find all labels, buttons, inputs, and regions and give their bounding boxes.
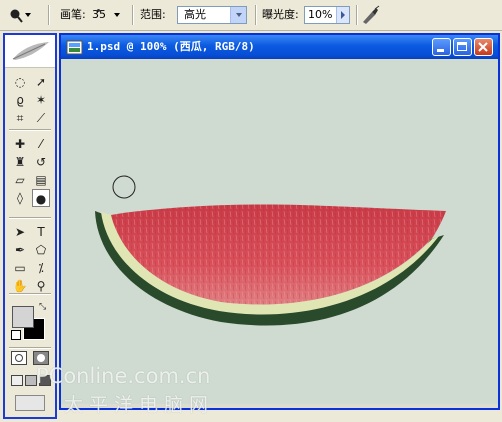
tool-notes[interactable]: ▭ — [11, 259, 29, 277]
gradient-icon: ▤ — [35, 173, 47, 187]
brush-size: 35 — [92, 8, 106, 21]
close-icon — [478, 42, 488, 52]
range-label: 范围: — [140, 8, 166, 21]
tool-eyedropper[interactable]: ⁒ — [32, 259, 50, 277]
marquee-icon: ◌ — [14, 75, 26, 89]
toolbox: ◌ ➚ ϱ ✶ ⌗ ⟋ ✚ ⁄ ♜ ↺ ▱ ▤ ◊ ● ➤ T ✒ ⬠ ▭ ⁒ ✋ ⚲ ⤡ — [3, 33, 57, 419]
watermark-line2: 太平洋电脑网 — [64, 394, 215, 416]
tool-preset-picker[interactable] — [6, 0, 32, 30]
tool-blur[interactable]: ◊ — [11, 189, 29, 207]
standard-mode-icon — [15, 354, 23, 362]
watermark-line1: PConline.com.cn — [36, 364, 211, 388]
tool-marquee[interactable]: ◌ — [11, 73, 29, 91]
exposure-slider-button[interactable] — [336, 7, 349, 23]
document-titlebar[interactable]: 1.psd @ 100% (西瓜, RGB/8) — [61, 35, 498, 59]
tool-dodge[interactable]: ● — [32, 189, 50, 207]
watermelon-image — [95, 175, 446, 326]
shape-icon: ⬠ — [35, 243, 47, 257]
type-icon: T — [37, 225, 45, 239]
standard-mode-button[interactable] — [11, 351, 27, 365]
lasso-icon: ϱ — [16, 93, 24, 107]
minimize-button[interactable] — [432, 38, 451, 56]
eyedropper-icon: ⁒ — [38, 261, 44, 275]
brush-icon: ⁄ — [39, 137, 42, 151]
history-brush-icon: ↺ — [35, 155, 47, 169]
exposure-field[interactable]: 10% — [304, 6, 350, 24]
pen-icon: ✒ — [14, 243, 26, 257]
quick-mask-button[interactable] — [33, 351, 49, 365]
dodge-icon: ● — [35, 192, 47, 206]
tool-eraser[interactable]: ▱ — [11, 171, 29, 189]
psd-file-icon — [66, 40, 83, 55]
tool-lasso[interactable]: ϱ — [11, 91, 29, 109]
document-window: 1.psd @ 100% (西瓜, RGB/8) — [59, 33, 500, 410]
move-icon: ➚ — [35, 75, 47, 89]
notes-icon: ▭ — [14, 261, 26, 275]
swap-colors-icon[interactable]: ⤡ — [39, 302, 46, 312]
tool-history-brush[interactable]: ↺ — [32, 153, 50, 171]
tool-pen[interactable]: ✒ — [11, 241, 29, 259]
exposure-label: 曝光度: — [262, 8, 299, 21]
foreground-color-swatch[interactable] — [12, 306, 34, 328]
screen-mode-standard-button[interactable] — [11, 375, 23, 386]
chevron-down-icon — [236, 13, 242, 17]
airbrush-icon — [363, 5, 380, 24]
default-colors-icon[interactable] — [11, 330, 21, 340]
minimize-icon — [437, 49, 444, 52]
chevron-right-icon — [341, 11, 345, 19]
brush-label: 画笔: — [60, 8, 86, 21]
jump-to-imageready-button[interactable] — [15, 395, 45, 411]
tool-shape[interactable]: ⬠ — [32, 241, 50, 259]
eraser-icon: ▱ — [15, 173, 25, 187]
clone-stamp-icon: ♜ — [14, 155, 26, 169]
close-button[interactable] — [474, 38, 493, 56]
feather-logo-icon — [12, 42, 49, 60]
tool-move[interactable]: ➚ — [32, 73, 50, 91]
maximize-icon — [457, 42, 467, 51]
document-title: 1.psd @ 100% (西瓜, RGB/8) — [87, 40, 255, 53]
path-select-icon: ➤ — [14, 225, 26, 239]
tool-crop[interactable]: ⌗ — [11, 109, 29, 127]
options-bar: 画笔: 35 范围: 高光 曝光度: 10% — [0, 0, 502, 31]
image-canvas[interactable] — [61, 59, 498, 408]
brush-picker[interactable]: 35 — [90, 0, 124, 30]
tool-path-select[interactable]: ➤ — [11, 223, 29, 241]
tool-type[interactable]: T — [32, 223, 50, 241]
chevron-down-icon — [114, 13, 120, 17]
zoom-icon: ⚲ — [36, 279, 46, 293]
quick-mask-icon — [37, 354, 45, 362]
range-select[interactable]: 高光 — [177, 6, 247, 24]
tool-magic-wand[interactable]: ✶ — [32, 91, 50, 109]
tool-healing-brush[interactable]: ✚ — [11, 135, 29, 153]
magic-wand-icon: ✶ — [35, 93, 47, 107]
tool-brush[interactable]: ⁄ — [32, 135, 50, 153]
blur-icon: ◊ — [17, 191, 23, 205]
hand-icon: ✋ — [12, 279, 28, 293]
airbrush-button[interactable] — [360, 0, 380, 30]
slice-icon: ⟋ — [36, 111, 46, 125]
range-dropdown-button[interactable] — [230, 7, 246, 23]
crop-icon: ⌗ — [16, 111, 24, 125]
toolbox-header — [5, 35, 55, 68]
tool-gradient[interactable]: ▤ — [32, 171, 50, 189]
exposure-value: 10% — [308, 8, 333, 21]
brush-cursor-icon — [112, 175, 136, 199]
range-value: 高光 — [184, 8, 206, 21]
maximize-button[interactable] — [453, 38, 472, 56]
tool-clone-stamp[interactable]: ♜ — [11, 153, 29, 171]
healing-brush-icon: ✚ — [14, 137, 26, 151]
dodge-tool-icon — [10, 9, 31, 23]
tool-slice[interactable]: ⟋ — [32, 109, 50, 127]
